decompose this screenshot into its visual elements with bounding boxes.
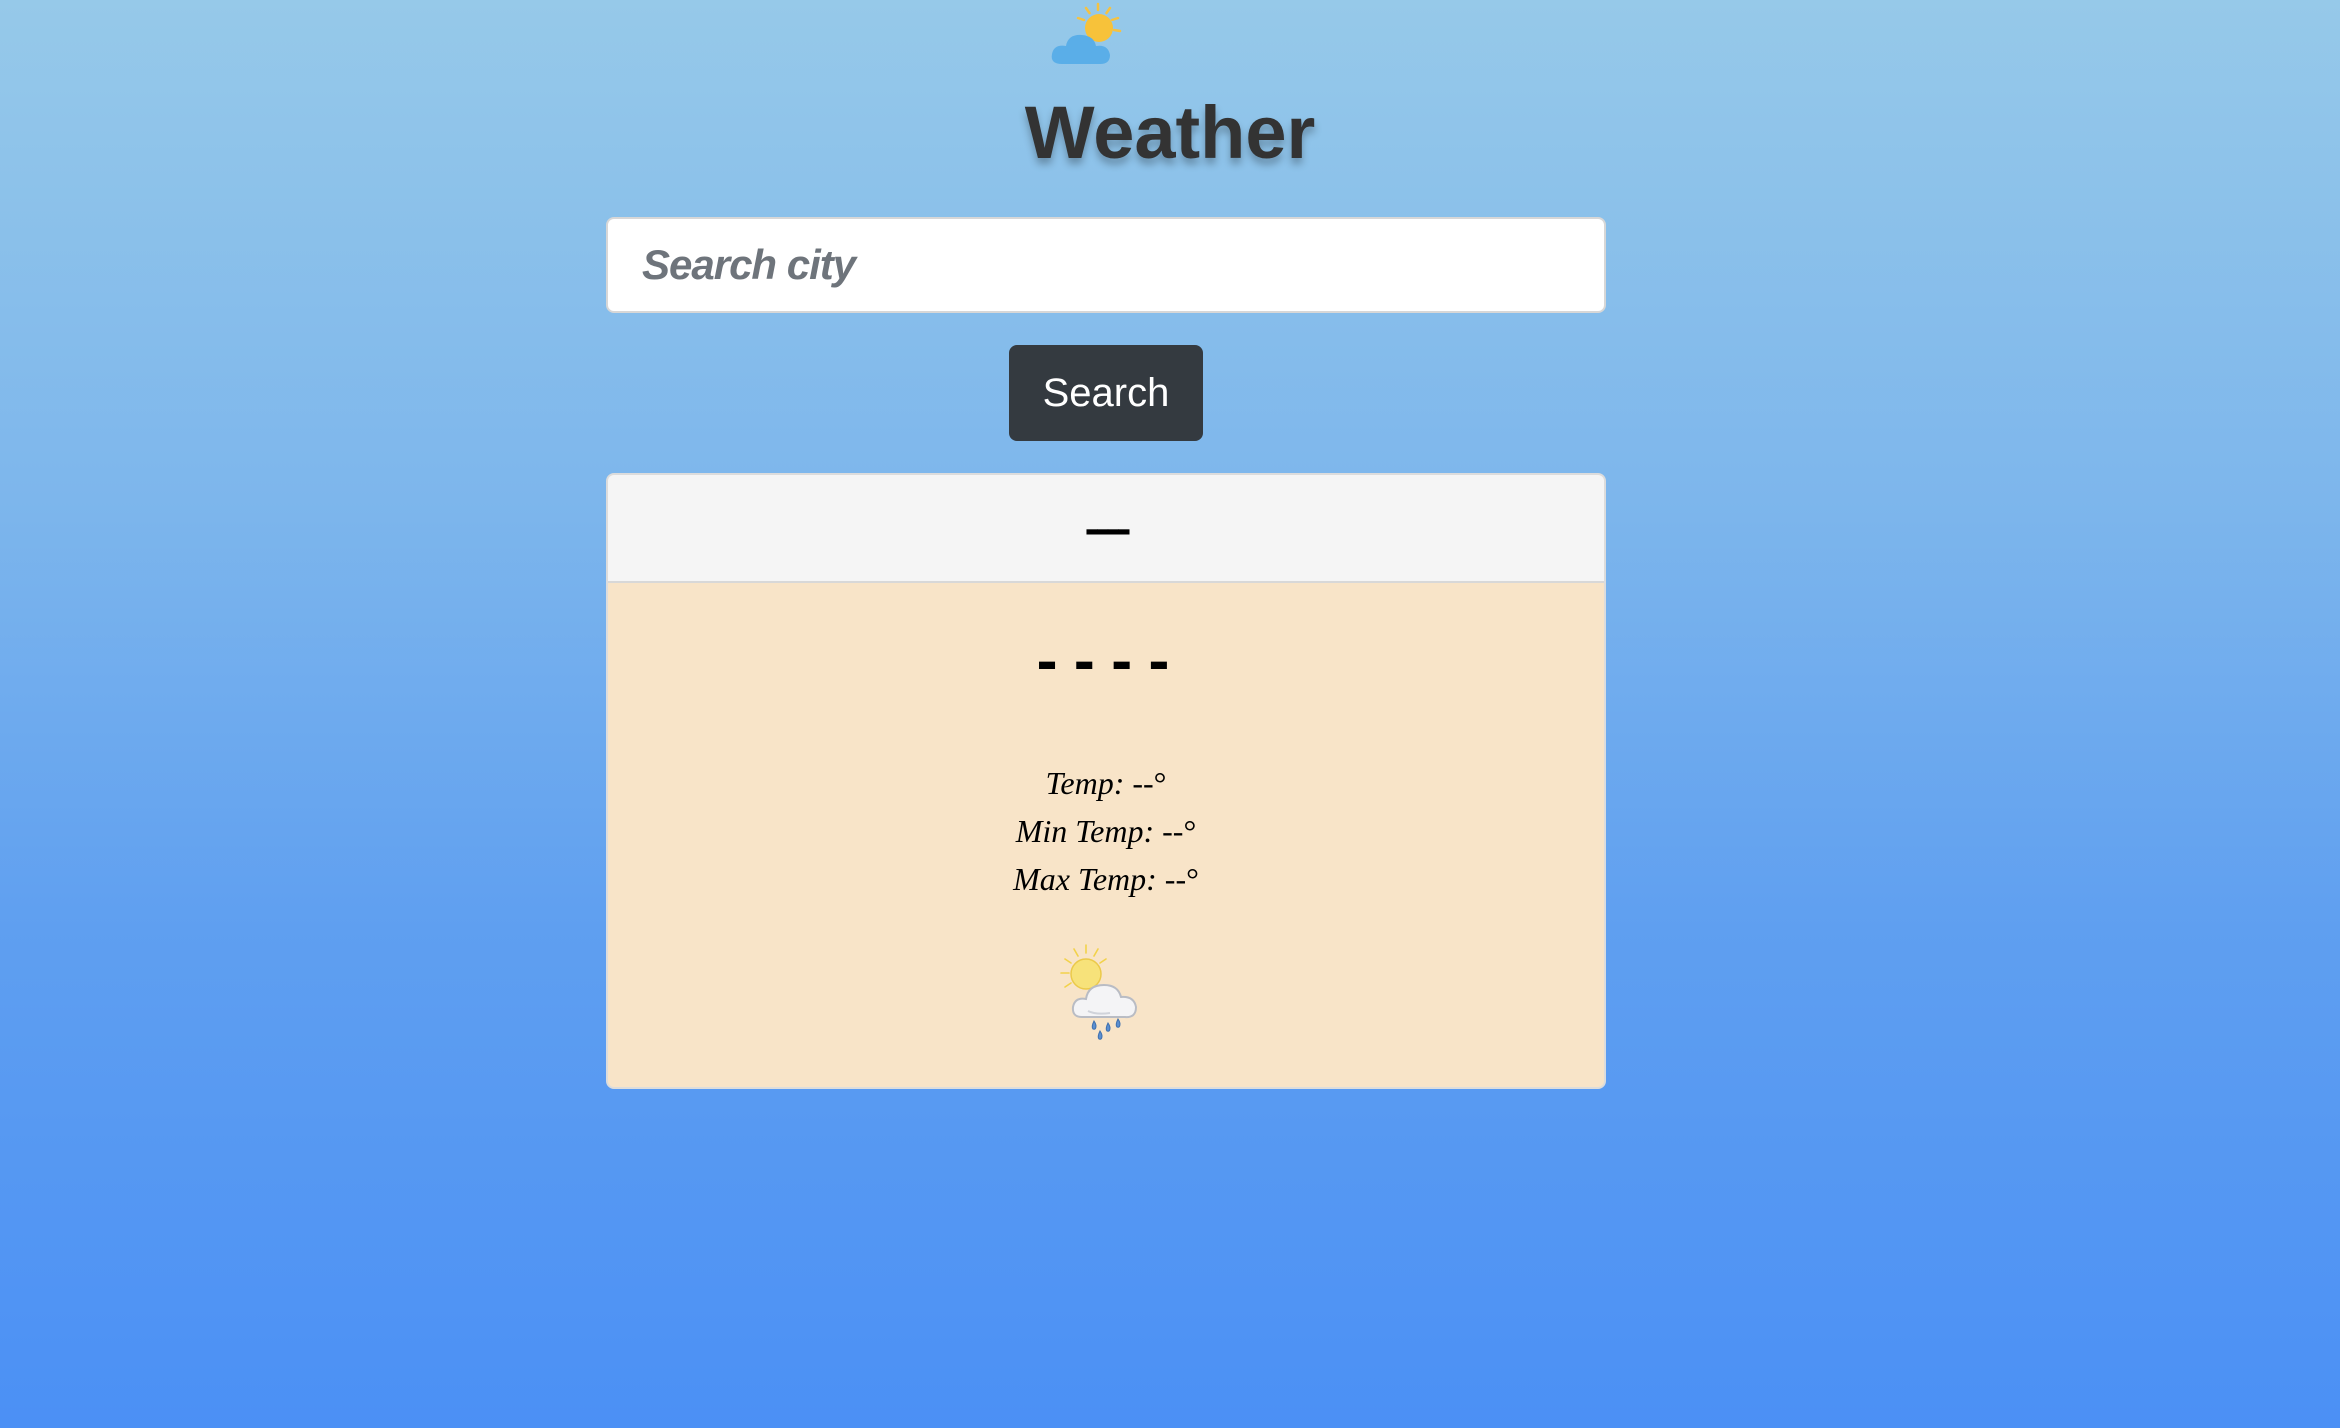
temp-value: --° bbox=[1124, 765, 1167, 801]
sun-behind-rain-cloud-icon bbox=[1048, 941, 1158, 1041]
max-temp-row: Max Temp: --° bbox=[608, 855, 1604, 903]
min-temp-value: --° bbox=[1154, 813, 1197, 849]
max-temp-label: Max Temp: bbox=[1013, 861, 1157, 897]
app-title: Weather bbox=[1024, 91, 1316, 174]
search-button[interactable]: Search bbox=[1009, 345, 1203, 441]
temperature-list: Temp: --° Min Temp: --° Max Temp: --° bbox=[608, 759, 1604, 903]
weather-card-body: ---- Temp: --° Min Temp: --° Max Temp: -… bbox=[608, 583, 1604, 1087]
weather-card: ---- ---- Temp: --° Min Temp: --° Max Te… bbox=[606, 473, 1606, 1089]
weather-condition: ---- bbox=[1031, 633, 1181, 693]
min-temp-row: Min Temp: --° bbox=[608, 807, 1604, 855]
city-name: ---- bbox=[608, 475, 1604, 583]
sun-behind-cloud-icon bbox=[1050, 0, 1130, 68]
max-temp-value: --° bbox=[1156, 861, 1199, 897]
temp-label: Temp: bbox=[1045, 765, 1125, 801]
min-temp-label: Min Temp: bbox=[1015, 813, 1155, 849]
search-input[interactable] bbox=[606, 217, 1606, 313]
temp-row: Temp: --° bbox=[608, 759, 1604, 807]
